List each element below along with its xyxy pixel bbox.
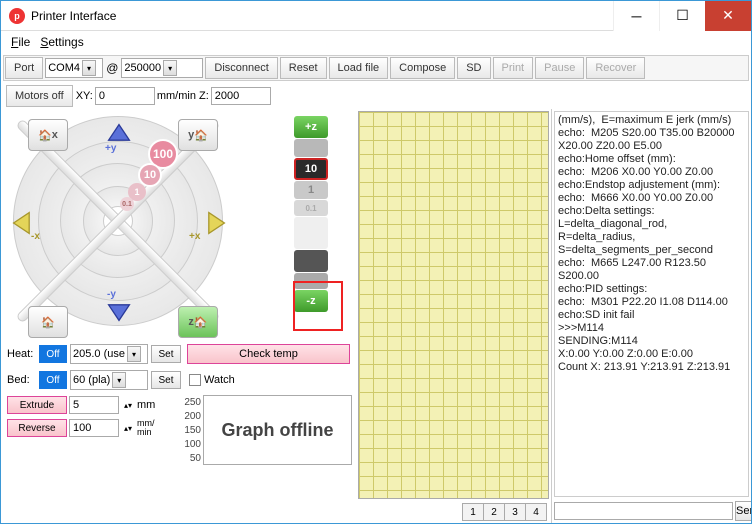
check-temp-button[interactable]: Check temp (187, 344, 350, 364)
toolbar: Port COM4▾ @ 250000▾ Disconnect Reset Lo… (3, 55, 749, 81)
heat-off-button[interactable]: Off (39, 345, 67, 363)
extrude-length-input[interactable] (69, 396, 119, 414)
bed-row: Bed: Off 60 (pla)▾ Set Watch (7, 368, 350, 392)
mid-panel: 1 2 3 4 (356, 109, 551, 523)
z-spacer-dark (294, 250, 328, 272)
close-button[interactable]: ✕ (705, 1, 751, 31)
z-step-100[interactable] (294, 139, 328, 157)
mm-min-label: mm/ min (137, 419, 155, 437)
home-x-button[interactable]: 🏠x (28, 119, 68, 151)
send-button[interactable]: Send (735, 501, 751, 521)
extrude-speed-input[interactable] (69, 419, 119, 437)
home-z-button[interactable]: z🏠 (178, 306, 218, 338)
y-minus-arrow[interactable] (103, 296, 135, 324)
window-title: Printer Interface (31, 9, 613, 23)
z-step-10[interactable]: 10 (294, 158, 328, 180)
x-minus-label: -x (31, 231, 40, 242)
recover-button[interactable]: Recover (586, 57, 645, 79)
home-y-button[interactable]: y🏠 (178, 119, 218, 151)
bed-preset-select[interactable]: 60 (pla)▾ (70, 370, 148, 390)
baud-select[interactable]: 250000▾ (121, 58, 203, 78)
tab-4[interactable]: 4 (525, 503, 547, 521)
jog-01-badge: 0.1 (120, 197, 134, 211)
reverse-button[interactable]: Reverse (7, 419, 67, 437)
z-spacer (294, 217, 328, 249)
highlight-box (293, 281, 343, 331)
extrude-button[interactable]: Extrude (7, 396, 67, 414)
send-row: Send (552, 499, 751, 523)
heat-label: Heat: (7, 348, 37, 360)
maximize-button[interactable]: ☐ (659, 1, 705, 31)
tab-2[interactable]: 2 (483, 503, 505, 521)
console-output[interactable]: (mm/s), E=maximum E jerk (mm/s) echo: M2… (554, 111, 749, 497)
motion-row: Motors off XY: mm/min Z: (5, 85, 747, 107)
z-step-01[interactable]: 0.1 (294, 200, 328, 216)
xy-label: XY: (76, 90, 93, 102)
z-step-1[interactable]: 1 (294, 181, 328, 199)
y-plus-label: +y (105, 143, 116, 154)
chevron-down-icon: ▾ (82, 60, 96, 76)
gcode-preview[interactable] (358, 111, 549, 499)
x-plus-label: +x (189, 231, 200, 242)
compose-button[interactable]: Compose (390, 57, 455, 79)
port-button[interactable]: Port (5, 57, 43, 79)
z-speed-input[interactable] (211, 87, 271, 105)
watch-checkbox[interactable]: Watch (189, 371, 235, 389)
y-minus-label: -y (107, 289, 116, 300)
home-all-button[interactable]: 🏠 (28, 306, 68, 338)
heat-row: Heat: Off 205.0 (use▾ Set Check temp (7, 342, 350, 366)
main-area: 🏠x y🏠 🏠 z🏠 +y -y -x +x 100 10 1 0.1 +z 1… (1, 109, 751, 523)
right-panel: (mm/s), E=maximum E jerk (mm/s) echo: M2… (551, 109, 751, 523)
bed-set-button[interactable]: Set (151, 371, 181, 389)
disconnect-button[interactable]: Disconnect (205, 57, 277, 79)
chevron-down-icon: ▾ (163, 60, 177, 76)
menu-settings[interactable]: Settings (40, 35, 83, 49)
menubar: File Settings (1, 31, 751, 53)
sd-button[interactable]: SD (457, 57, 490, 79)
bed-off-button[interactable]: Off (39, 371, 67, 389)
titlebar: p Printer Interface ─ ☐ ✕ (1, 1, 751, 31)
at-label: @ (104, 61, 120, 75)
jog-area: 🏠x y🏠 🏠 z🏠 +y -y -x +x 100 10 1 0.1 +z 1… (3, 111, 354, 341)
tab-1[interactable]: 1 (462, 503, 484, 521)
gcode-input[interactable] (554, 502, 733, 520)
mmmin-label: mm/min Z: (157, 90, 209, 102)
app-icon: p (9, 8, 25, 24)
minimize-button[interactable]: ─ (613, 1, 659, 31)
heat-set-button[interactable]: Set (151, 345, 181, 363)
port-select[interactable]: COM4▾ (45, 58, 103, 78)
reset-button[interactable]: Reset (280, 57, 327, 79)
x-plus-arrow[interactable] (198, 209, 230, 237)
loadfile-button[interactable]: Load file (329, 57, 389, 79)
layer-tabs: 1 2 3 4 (356, 501, 551, 523)
z-plus-button[interactable]: +z (294, 116, 328, 138)
menu-file[interactable]: File (11, 35, 30, 49)
mm-label: mm (137, 399, 155, 411)
left-panel: 🏠x y🏠 🏠 z🏠 +y -y -x +x 100 10 1 0.1 +z 1… (1, 109, 356, 523)
tab-3[interactable]: 3 (504, 503, 526, 521)
motors-off-button[interactable]: Motors off (6, 85, 73, 107)
xy-speed-input[interactable] (95, 87, 155, 105)
pause-button[interactable]: Pause (535, 57, 584, 79)
graph-axis: 25020015010050 (177, 395, 203, 465)
bed-label: Bed: (7, 374, 37, 386)
heat-preset-select[interactable]: 205.0 (use▾ (70, 344, 148, 364)
print-button[interactable]: Print (493, 57, 534, 79)
temp-graph: Graph offline (203, 395, 352, 465)
